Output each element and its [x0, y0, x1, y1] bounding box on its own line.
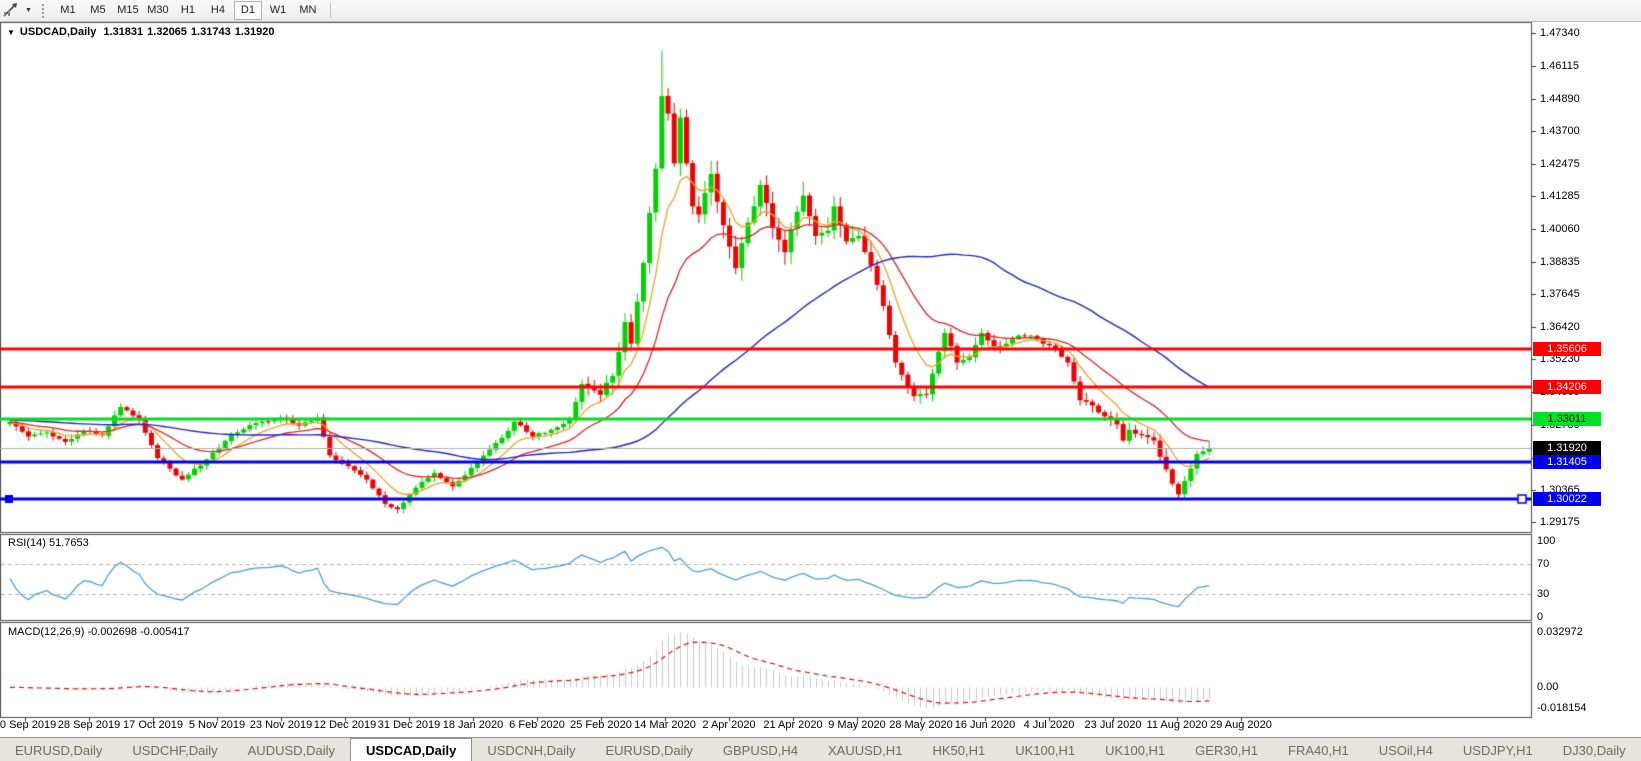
timeframe-button-H4[interactable]: H4: [204, 1, 232, 20]
chart-tab-EURUSD-Daily[interactable]: EURUSD,Daily: [590, 738, 707, 761]
chart-tab-GER30-H1[interactable]: GER30,H1: [1180, 738, 1273, 761]
chart-canvas: [0, 0, 1641, 761]
chart-tab-AUDUSD-Daily[interactable]: AUDUSD,Daily: [233, 738, 350, 761]
timeframe-toolbar: ▼ M1 M5 M15 M30 H1 H4 D1 W1 MN: [0, 0, 1641, 22]
chart-tab-bar: EURUSD,Daily USDCHF,Daily AUDUSD,Daily USDC…: [0, 737, 1641, 761]
timeframe-buttons: M1 M5 M15 M30 H1 H4 D1 W1 MN: [53, 1, 323, 20]
timeframe-button-H1[interactable]: H1: [174, 1, 202, 20]
chart-tab-USDJPY-H1[interactable]: USDJPY,H1: [1448, 738, 1548, 761]
chart-tab-UK100-H1[interactable]: UK100,H1: [1090, 738, 1180, 761]
chart-tab-USDCAD-Daily[interactable]: USDCAD,Daily: [350, 738, 473, 761]
chart-tab-USDCHF-Daily[interactable]: USDCHF,Daily: [117, 738, 232, 761]
chart-tab-DJ30-Daily[interactable]: DJ30,Daily: [1548, 738, 1641, 761]
trading-platform-window: { "toolbar": { "tool_icon": "trendline-d…: [0, 0, 1641, 761]
chart-tab-HK50-H1[interactable]: HK50,H1: [917, 738, 1000, 761]
timeframe-button-M5[interactable]: M5: [84, 1, 112, 20]
tool-dropdown-arrow[interactable]: ▼: [21, 7, 36, 14]
timeframe-button-W1[interactable]: W1: [264, 1, 292, 20]
chart-tab-EURUSD-Daily[interactable]: EURUSD,Daily: [0, 738, 117, 761]
trendline-draw-icon[interactable]: [0, 2, 21, 20]
toolbar-separator: [329, 3, 331, 18]
timeframe-button-D1[interactable]: D1: [233, 1, 262, 20]
chart-tab-UK100-H1[interactable]: UK100,H1: [1000, 738, 1090, 761]
chart-tab-USDCNH-Daily[interactable]: USDCNH,Daily: [472, 738, 590, 761]
chart-tab-GBPUSD-H4[interactable]: GBPUSD,H4: [708, 738, 813, 761]
timeframe-button-MN[interactable]: MN: [294, 1, 322, 20]
timeframe-button-M15[interactable]: M15: [114, 1, 142, 20]
chart-tab-USOil-H4[interactable]: USOil,H4: [1364, 738, 1448, 761]
toolbar-drag-handle[interactable]: [41, 3, 48, 18]
trendline-draw-icon-svg: [3, 3, 17, 17]
chart-tab-XAUUSD-H1[interactable]: XAUUSD,H1: [813, 738, 917, 761]
timeframe-button-M30[interactable]: M30: [144, 1, 172, 20]
timeframe-button-M1[interactable]: M1: [54, 1, 82, 20]
chart-tab-FRA40-H1[interactable]: FRA40,H1: [1273, 738, 1364, 761]
